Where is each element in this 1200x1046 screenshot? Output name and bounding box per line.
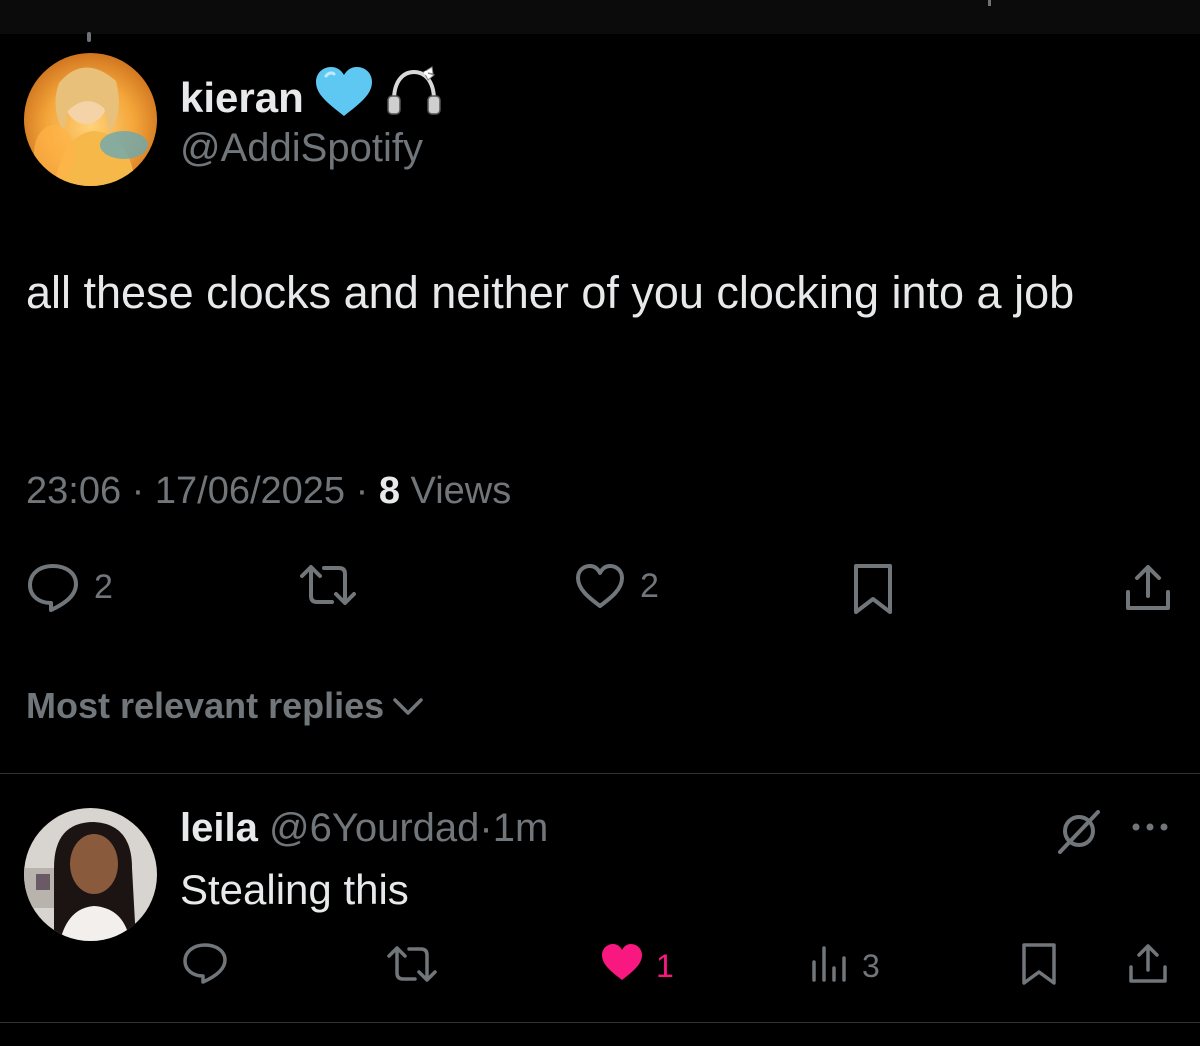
share-icon [1126,942,1170,994]
replies-sort-dropdown[interactable]: Most relevant replies [26,684,424,728]
share-button[interactable] [1122,562,1174,614]
reply-bookmark-button[interactable] [1020,942,1058,994]
retweet-button[interactable] [298,562,358,608]
scroll-indicator [87,32,91,42]
bookmark-icon [850,562,896,616]
divider [0,773,1200,774]
tweet-meta: 23:06 · 17/06/2025 · 8 Views [26,468,511,514]
meta-separator: · [355,470,369,512]
reply-time[interactable]: 1m [493,806,549,850]
reply-views-count: 3 [862,947,880,984]
grok-icon [1056,808,1102,862]
top-edge-mark [988,0,991,6]
divider [0,1022,1200,1023]
reply-author-name[interactable]: leila [180,806,258,850]
heart-filled-icon [600,942,644,990]
views-label: Views [410,470,512,512]
reply-like-button[interactable]: 1 [600,942,674,990]
share-icon [1122,562,1174,614]
more-options-button[interactable] [1130,812,1170,850]
reply-retweet-button[interactable] [386,944,438,992]
headphones-with-bow-icon [384,66,444,130]
like-count: 2 [640,566,659,605]
author-handle[interactable]: @AddiSpotify [180,124,423,172]
author-name[interactable]: kieran [180,72,304,124]
reply-header: leila @6Yourdad·1m [180,804,548,852]
reply-text: Stealing this [180,866,409,913]
reply-avatar[interactable] [24,808,157,941]
author-name-row[interactable]: kieran [180,66,444,130]
reply-button[interactable]: 2 [26,562,113,612]
meta-separator: · [479,806,493,850]
comment-icon [182,942,228,992]
chevron-down-icon [384,684,424,728]
top-bar [0,0,1200,42]
analytics-icon [810,942,850,990]
reply-views-button[interactable]: 3 [810,942,880,990]
replies-sort-label: Most relevant replies [26,685,385,726]
meta-separator: · [131,470,145,512]
grok-button[interactable] [1056,808,1102,862]
tweet-text: all these clocks and neither of you cloc… [26,267,1075,318]
views-count: 8 [378,470,400,512]
retweet-icon [386,944,438,992]
author-avatar[interactable] [24,53,157,186]
reply-count: 2 [94,567,113,606]
reply-like-count: 1 [656,947,674,984]
tweet-time[interactable]: 23:06 [26,470,121,512]
heart-outline-icon [574,562,626,610]
bookmark-button[interactable] [850,562,896,616]
reply-share-button[interactable] [1126,942,1170,994]
more-dots-icon [1130,812,1170,850]
bookmark-icon [1020,942,1058,994]
light-blue-heart-icon [314,66,374,130]
retweet-icon [298,562,358,608]
comment-icon [26,562,80,612]
reply-author-handle[interactable]: @6Yourdad [269,806,479,850]
like-button[interactable]: 2 [574,562,659,610]
reply-reply-button[interactable] [182,942,228,992]
tweet-date[interactable]: 17/06/2025 [155,470,345,512]
